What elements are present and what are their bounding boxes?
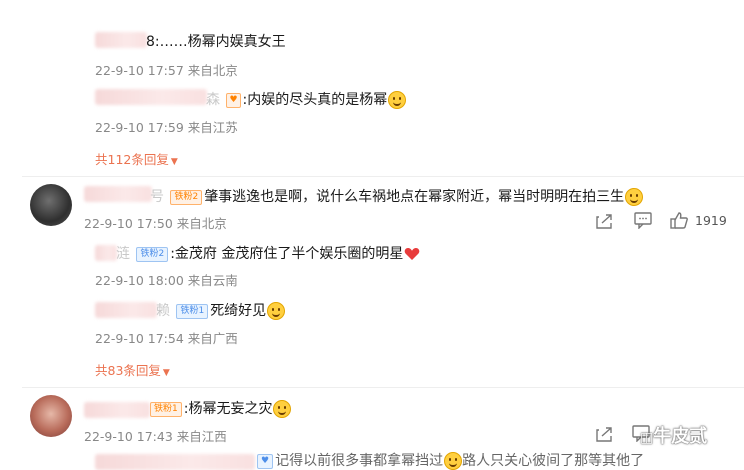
comment-timestamp: 22-9-10 17:50 来自北京 bbox=[84, 216, 227, 231]
reply-name-suffix[interactable]: 8 bbox=[146, 34, 155, 50]
cry-emoji-icon bbox=[273, 400, 292, 418]
grin-emoji-icon bbox=[267, 302, 286, 320]
reply-timestamp: 22-9-10 18:00 来自云南 bbox=[95, 273, 238, 288]
reply-timestamp: 22-9-10 17:57 来自北京 bbox=[95, 63, 238, 78]
watermark-logo-icon: ◫ bbox=[640, 430, 654, 446]
share-icon[interactable] bbox=[596, 213, 614, 229]
comment-text: :杨幂无妄之灾 bbox=[183, 401, 273, 417]
laugh-cry-emoji-icon bbox=[388, 91, 407, 109]
comment-divider bbox=[22, 387, 744, 388]
fan-badge: 铁粉2 bbox=[136, 246, 169, 262]
nested-reply-1: 涟 铁粉2:金茂府 金茂府住了半个娱乐圈的明星 bbox=[116, 243, 420, 263]
reply-name-suffix[interactable]: 森 bbox=[206, 92, 220, 108]
comment-timestamp: 22-9-10 17:43 来自江西 bbox=[84, 429, 227, 444]
fan-badge: 铁粉1 bbox=[176, 303, 209, 319]
avatar[interactable] bbox=[30, 184, 72, 226]
fan-badge: 铁粉2 bbox=[170, 189, 203, 205]
comment-body: 铁粉1:杨幂无妄之灾 bbox=[148, 398, 292, 418]
reply-username-blurred[interactable] bbox=[95, 89, 207, 105]
thumbs-up-icon[interactable] bbox=[670, 212, 688, 229]
more-replies-link[interactable]: 共83条回复 ▼ bbox=[95, 360, 170, 379]
like-count: 1919 bbox=[695, 213, 727, 228]
fan-badge-icon: ♥ bbox=[257, 453, 274, 469]
reply-text: 死绮好见 bbox=[210, 303, 267, 319]
reply-text-2: 路人只关心彼间了那等其他了 bbox=[462, 453, 645, 469]
smile-emoji-icon bbox=[625, 188, 644, 206]
reply-2: 森 ♥:内娱的尽头真的是杨幂 bbox=[206, 89, 407, 109]
heart-emoji-icon bbox=[405, 247, 420, 260]
reply-username-blurred[interactable] bbox=[95, 245, 117, 261]
reply-timestamp: 22-9-10 17:54 来自广西 bbox=[95, 331, 238, 346]
comment-divider bbox=[22, 176, 744, 177]
reply-text: :内娱的尽头真的是杨幂 bbox=[242, 92, 388, 108]
reply-username-blurred[interactable] bbox=[95, 454, 255, 470]
reply-timestamp: 22-9-10 17:59 来自江苏 bbox=[95, 120, 238, 135]
nested-reply-partial: ♥ 记得以前很多事都拿幂挡过 路人只关心彼间了那等其他了 bbox=[255, 450, 644, 470]
comment-username-blurred[interactable] bbox=[84, 186, 152, 202]
emoji-icon bbox=[444, 452, 463, 470]
watermark: ◫牛皮贰 bbox=[640, 422, 707, 448]
reply-text: 记得以前很多事都拿幂挡过 bbox=[275, 453, 444, 469]
reply-username-blurred[interactable] bbox=[95, 32, 147, 48]
reply-text: :……杨幂内娱真女王 bbox=[154, 34, 286, 50]
reply-name-suffix[interactable]: 赖 bbox=[156, 303, 170, 319]
chevron-down-icon: ▼ bbox=[170, 157, 178, 167]
reply-name-suffix[interactable]: 涟 bbox=[116, 246, 130, 262]
reply-1: 8:……杨幂内娱真女王 bbox=[146, 31, 286, 51]
comment-body: 号 铁粉2 肇事逃逸也是啊，说什么车祸地点在幂家附近，幂当时明明在拍三生 bbox=[150, 186, 644, 206]
watermark-text: 牛皮贰 bbox=[653, 426, 708, 447]
reply-text: :金茂府 金茂府住了半个娱乐圈的明星 bbox=[170, 246, 404, 262]
comment-name-suffix[interactable]: 号 bbox=[150, 189, 164, 205]
fan-badge: 铁粉1 bbox=[150, 401, 182, 417]
share-icon[interactable] bbox=[596, 426, 614, 442]
more-replies-link[interactable]: 共112条回复 ▼ bbox=[95, 149, 178, 168]
avatar[interactable] bbox=[30, 395, 72, 437]
fan-badge-icon: ♥ bbox=[226, 92, 241, 108]
comment-username-blurred[interactable] bbox=[84, 402, 150, 418]
nested-reply-2: 赖 铁粉1 死绮好见 bbox=[156, 300, 286, 320]
reply-username-blurred[interactable] bbox=[95, 302, 157, 318]
more-replies-label: 共83条回复 bbox=[95, 363, 161, 378]
chevron-down-icon: ▼ bbox=[162, 368, 170, 378]
more-replies-label: 共112条回复 bbox=[95, 152, 169, 167]
comment-icon[interactable] bbox=[634, 212, 652, 229]
comment-text: 肇事逃逸也是啊，说什么车祸地点在幂家附近，幂当时明明在拍三生 bbox=[204, 189, 625, 205]
